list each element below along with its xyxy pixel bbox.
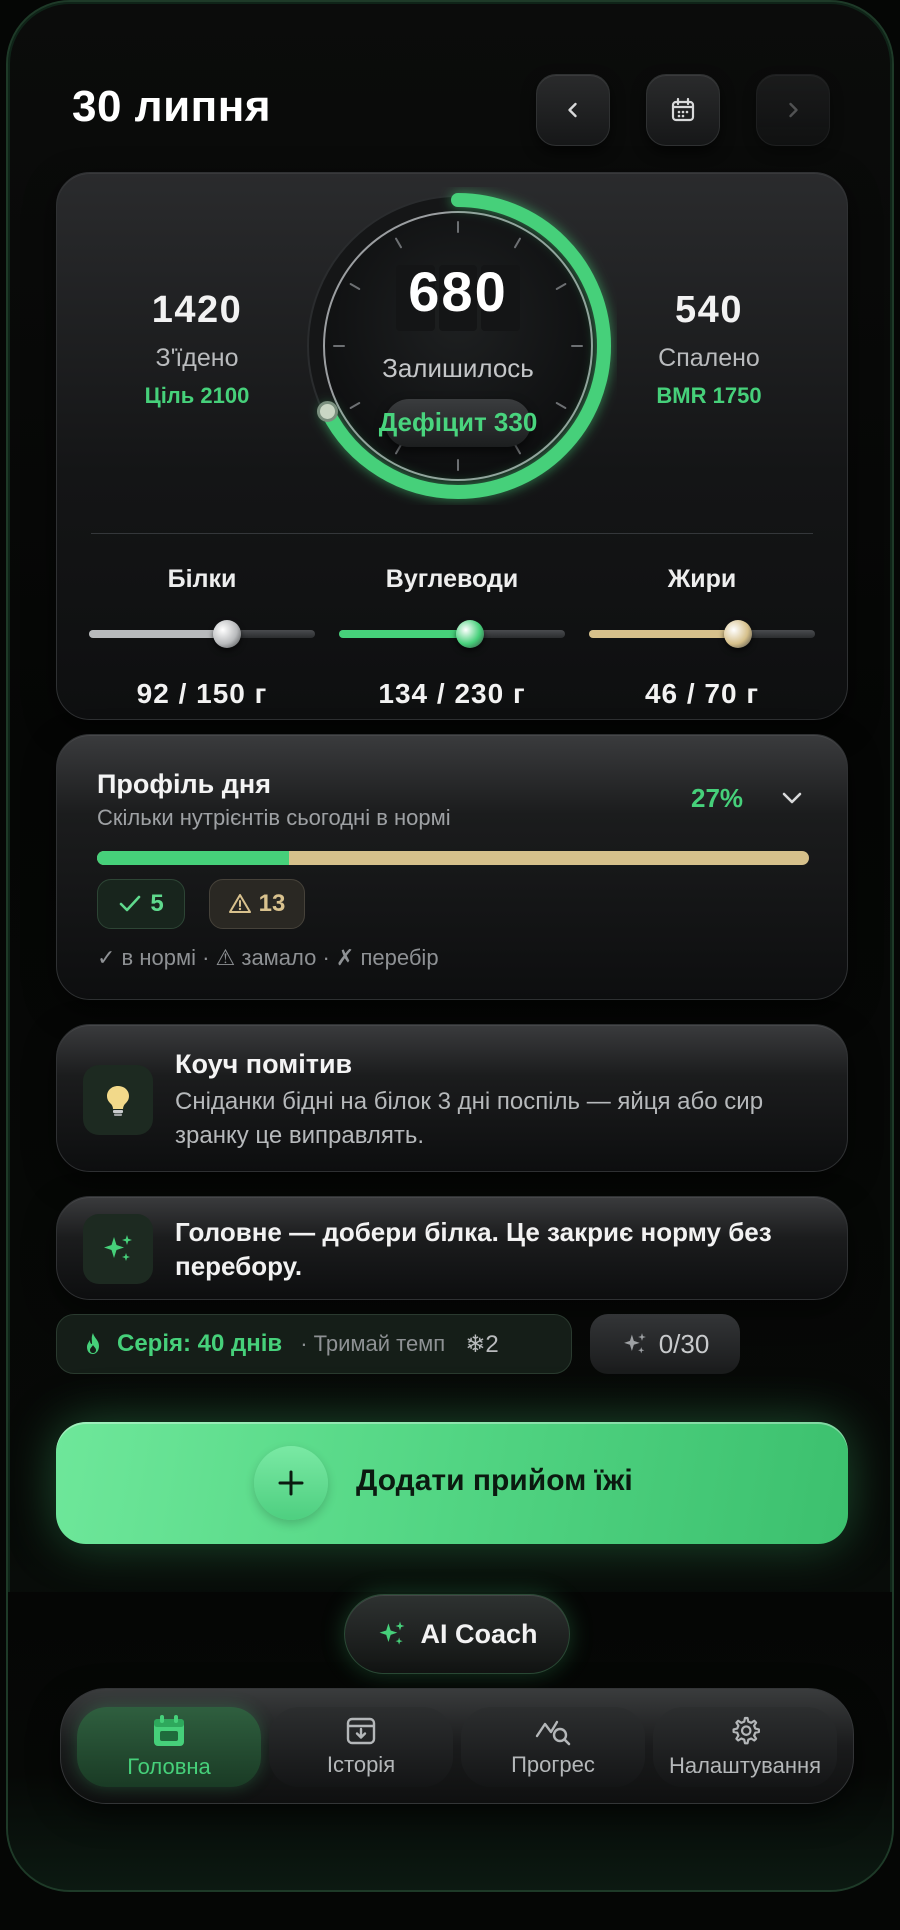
- tip-text: Головне — добери білка. Це закриє норму …: [175, 1217, 772, 1281]
- macro-track: [339, 620, 565, 648]
- macro-track: [89, 620, 315, 648]
- profile-progress-bar: [97, 851, 809, 865]
- eaten-label: З'їдено: [155, 344, 239, 372]
- plus-icon: [278, 1470, 304, 1496]
- plus-icon-circle: [254, 1446, 328, 1520]
- tip-icon-box: [83, 1214, 153, 1284]
- tab-label: Історія: [326, 1752, 396, 1777]
- calorie-summary-card: 1420 З'їдено Ціль 2100 680 Залишилось Де…: [56, 172, 848, 720]
- macro-track: [589, 620, 815, 648]
- streak-freezes: ❄2: [465, 1330, 499, 1358]
- sparks-count: 0/30: [658, 1328, 710, 1359]
- page-title: 30 липня: [72, 82, 271, 131]
- ok-count-badge[interactable]: 5: [97, 879, 185, 929]
- add-meal-label: Додати прийом їжі: [356, 1464, 633, 1497]
- app-screen: 30 липня 1420 З'їдено Ціль 2100 680 Зали…: [6, 0, 894, 1892]
- add-meal-button[interactable]: Додати прийом їжі: [56, 1422, 848, 1544]
- sparkles-icon: [623, 1333, 646, 1354]
- eaten-stat: 1420 З'їдено Ціль 2100: [97, 289, 297, 409]
- sparks-counter[interactable]: 0/30: [590, 1314, 740, 1374]
- tab-progress[interactable]: Прогрес: [461, 1707, 645, 1787]
- tab-home[interactable]: Головна: [77, 1707, 261, 1787]
- macro-knob: [456, 620, 485, 648]
- macro-fill: [589, 630, 739, 638]
- profile-title: Профіль дня: [97, 769, 271, 799]
- remaining-label: Залишилось: [382, 353, 534, 383]
- warn-count-badge[interactable]: 13: [209, 879, 305, 929]
- profile-progress-fill: [97, 851, 290, 865]
- calendar-button[interactable]: [646, 74, 720, 146]
- ai-coach-button[interactable]: AI Coach: [344, 1594, 570, 1674]
- macro-value: 134 / 230 г: [378, 678, 526, 709]
- card-divider: [91, 533, 813, 534]
- macro-knob: [724, 620, 753, 648]
- calendar-icon: [671, 97, 695, 122]
- burned-label: Спалено: [658, 344, 760, 372]
- trend-search-icon: [535, 1720, 571, 1746]
- lightbulb-icon: [107, 1086, 129, 1116]
- tab-label: Прогрес: [511, 1752, 595, 1777]
- burned-value: 540: [675, 289, 743, 331]
- tab-history[interactable]: Історія: [269, 1707, 453, 1787]
- macro-carbs: Вуглеводи 134 / 230 г: [339, 565, 565, 710]
- remaining-value: 680: [408, 260, 508, 323]
- calorie-ring: 680 Залишилось Дефіцит 330: [299, 187, 617, 505]
- macro-fat: Жири 46 / 70 г: [589, 565, 815, 710]
- ok-count: 5: [150, 890, 164, 917]
- bottom-tab-bar: Головна Історія Прогрес Налаштування: [60, 1688, 854, 1804]
- coach-icon-box: [83, 1065, 153, 1135]
- check-icon: [120, 895, 141, 912]
- macro-name: Білки: [167, 565, 237, 593]
- expand-button[interactable]: [779, 785, 805, 816]
- archive-icon: [346, 1717, 376, 1745]
- next-day-button[interactable]: [756, 74, 830, 146]
- streak-count: Серія: 40 днів: [117, 1330, 283, 1357]
- macro-protein: Білки 92 / 150 г: [89, 565, 315, 710]
- coach-text: Сніданки бідні на білок 3 дні поспіль — …: [175, 1088, 764, 1149]
- bmr-value: BMR 1750: [656, 383, 762, 408]
- ai-coach-label: AI Coach: [420, 1618, 538, 1649]
- warn-count: 13: [258, 890, 286, 917]
- macro-value: 92 / 150 г: [136, 678, 268, 709]
- macro-value: 46 / 70 г: [644, 678, 760, 709]
- streak-badge[interactable]: Серія: 40 днів · Тримай темп ❄2: [56, 1314, 572, 1374]
- chevron-right-icon: [789, 102, 798, 118]
- deficit-text: Дефіцит 330: [378, 407, 538, 437]
- day-profile-card[interactable]: Профіль дня Скільки нутрієнтів сьогодні …: [56, 734, 848, 1000]
- eaten-goal: Ціль 2100: [144, 383, 250, 408]
- macro-fill: [89, 630, 227, 638]
- flame-icon: [87, 1333, 99, 1354]
- warning-icon: [228, 894, 251, 913]
- profile-subtitle: Скільки нутрієнтів сьогодні в нормі: [97, 805, 451, 830]
- chevron-down-icon: [782, 792, 802, 804]
- coach-title: Коуч помітив: [175, 1049, 353, 1079]
- macro-name: Вуглеводи: [385, 565, 519, 593]
- macro-name: Жири: [667, 565, 737, 593]
- daily-tip-card[interactable]: Головне — добери білка. Це закриє норму …: [56, 1196, 848, 1300]
- tab-label: Головна: [127, 1754, 211, 1779]
- burned-stat: 540 Спалено BMR 1750: [609, 289, 809, 409]
- coach-insight-card[interactable]: Коуч помітив Сніданки бідні на білок 3 д…: [56, 1024, 848, 1172]
- profile-percent: 27%: [691, 783, 744, 813]
- sparkles-icon: [380, 1621, 405, 1645]
- tab-settings[interactable]: Налаштування: [653, 1707, 837, 1787]
- eaten-value: 1420: [151, 289, 243, 331]
- macro-knob: [212, 620, 241, 648]
- chevron-left-icon: [568, 102, 577, 118]
- macro-fill: [339, 630, 471, 638]
- sparkles-icon: [104, 1235, 132, 1261]
- prev-day-button[interactable]: [536, 74, 610, 146]
- tab-label: Налаштування: [668, 1753, 822, 1778]
- gear-icon: [732, 1716, 760, 1745]
- calendar-icon: [154, 1715, 184, 1746]
- streak-hint: · Тримай темп: [300, 1331, 446, 1356]
- profile-legend: ✓ в нормі · ⚠ замало · ✗ перебір: [97, 945, 439, 970]
